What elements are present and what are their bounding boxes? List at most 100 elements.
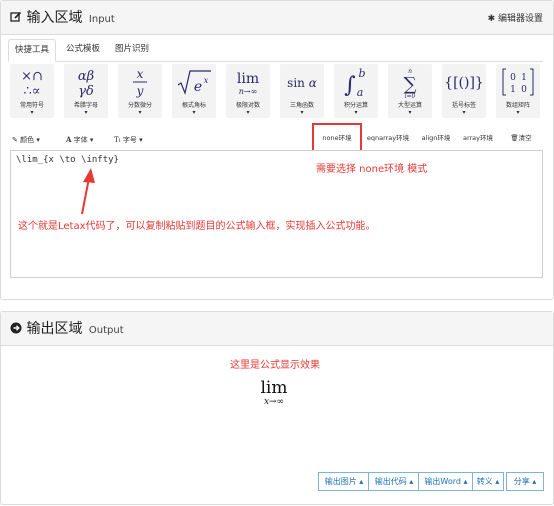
env-align-button[interactable]: align环境 — [416, 131, 456, 146]
tool-label: 希腊字母 — [73, 102, 98, 109]
caret-down-icon: ▾ — [300, 109, 304, 116]
caret-down-icon: ▾ — [192, 109, 196, 116]
text-size-small-icon: I — [118, 138, 121, 144]
font-icon: A — [66, 135, 72, 144]
svg-text:x: x — [204, 76, 209, 85]
caret-down-icon: ▾ — [36, 136, 40, 144]
tool-integrals[interactable]: ∫ b a 积分运算 ▾ — [334, 64, 378, 118]
formula-subscript: x→∞ — [263, 397, 285, 407]
caret-up-icon: ▴ — [495, 477, 500, 486]
export-image-label: 输出图片 — [324, 477, 357, 486]
share-button[interactable]: 分享 ▴ — [506, 472, 544, 491]
caret-down-icon: ▾ — [30, 109, 34, 116]
color-dropdown[interactable]: ✎ 颜色 ▾ — [12, 133, 40, 147]
fraction-icon: xy — [118, 64, 162, 100]
tool-big-operators[interactable]: n ∑ i=0 大型运算 ▾ — [388, 64, 432, 118]
svg-text:0: 0 — [521, 85, 527, 95]
rendered-formula: lim x→∞ — [254, 378, 294, 408]
edit-icon — [10, 10, 26, 26]
input-panel-title: 输入区域 Input — [10, 7, 115, 27]
caret-down-icon: ▾ — [462, 109, 466, 116]
export-image-button[interactable]: 输出图片 ▴ — [318, 472, 370, 491]
escape-button[interactable]: 转义 ▴ — [472, 472, 504, 491]
export-code-button[interactable]: 输出代码 ▴ — [368, 472, 420, 491]
tool-matrices[interactable]: 0110 数组矩阵 ▾ — [496, 64, 540, 118]
tool-greek-letters[interactable]: αβ γδ 希腊字母 ▾ — [64, 64, 108, 118]
svg-text:∫: ∫ — [344, 73, 356, 98]
tool-label: 根式角标 — [181, 102, 206, 109]
size-dropdown[interactable]: TI 字号 ▾ — [114, 133, 143, 147]
trash-icon: 🗑 — [510, 134, 519, 142]
tool-brackets[interactable]: {[()]} 括号标签 ▾ — [442, 64, 486, 118]
font-label: 字体 — [73, 136, 88, 144]
svg-text:i=0: i=0 — [405, 93, 416, 99]
caret-up-icon: ▴ — [532, 477, 537, 486]
escape-label: 转义 — [476, 477, 493, 486]
svg-text:y: y — [136, 84, 144, 98]
tool-label: 大型运算 — [397, 102, 422, 109]
tool-tabs: 快捷工具 公式模板 图片识别 — [8, 39, 543, 62]
caret-down-icon: ▾ — [408, 109, 412, 116]
editor-settings-label: 编辑器设置 — [497, 14, 543, 24]
svg-text:b: b — [358, 67, 365, 80]
editor-settings-button[interactable]: ✱ 编辑器设置 — [488, 11, 543, 24]
code-note: 这个就是Letax代码了，可以复制粘贴到题目的公式输入框，实现插入公式功能。 — [18, 221, 376, 232]
tool-label: 括号标签 — [451, 102, 476, 109]
env-note: 需要选择 none环境 模式 — [316, 164, 428, 175]
brackets-icon: {[()]} — [442, 64, 486, 100]
svg-text:1: 1 — [521, 73, 527, 83]
svg-text:lim: lim — [237, 71, 259, 87]
limit-icon: lim n→∞ — [226, 64, 270, 100]
tool-fractions[interactable]: xy 分数微分 ▾ — [118, 64, 162, 118]
caret-up-icon: ▴ — [359, 477, 364, 486]
tool-limits[interactable]: lim n→∞ 极限对数 ▾ — [226, 64, 270, 118]
greek-letters-icon: αβ γδ — [64, 64, 108, 100]
caret-down-icon: ▾ — [516, 109, 520, 116]
color-label: 颜色 — [20, 136, 35, 144]
tab-image-recognition[interactable]: 图片识别 — [109, 39, 155, 60]
tab-quick-tools[interactable]: 快捷工具 — [8, 39, 57, 62]
size-label: 字号 — [122, 136, 137, 144]
caret-down-icon: ▾ — [246, 109, 250, 116]
caret-down-icon: ▾ — [139, 136, 143, 144]
tool-radicals[interactable]: ex 根式角标 ▾ — [172, 64, 216, 118]
input-panel-header: 输入区域 Input ✱ 编辑器设置 — [1, 1, 553, 35]
caret-down-icon: ▾ — [138, 109, 142, 116]
formula-lim: lim — [260, 378, 288, 398]
svg-text:{[()]}: {[()]} — [444, 75, 484, 91]
caret-down-icon: ▾ — [84, 109, 88, 116]
caret-down-icon: ▾ — [354, 109, 358, 116]
env-array-button[interactable]: array环境 — [458, 131, 498, 146]
svg-text:e: e — [194, 79, 202, 95]
input-title-text: 输入区域 — [26, 10, 83, 26]
red-arrow — [81, 168, 95, 215]
font-dropdown[interactable]: A 字体 ▾ — [66, 133, 93, 147]
common-symbols-icon: ×∩ ∴∝ — [10, 64, 54, 100]
sum-icon: n ∑ i=0 — [388, 64, 432, 100]
svg-text:0: 0 — [510, 73, 516, 83]
tab-formula-templates[interactable]: 公式模板 — [60, 39, 106, 60]
output-panel-header: 输出区域 Output — [1, 312, 553, 346]
clear-button[interactable]: 🗑清空 — [504, 131, 538, 146]
clear-label: 清空 — [518, 134, 532, 142]
tool-trig[interactable]: sin α 三角函数 ▾ — [280, 64, 324, 118]
arrow-circle-right-icon — [10, 321, 26, 337]
output-note: 这里是公式显示效果 — [230, 360, 320, 371]
svg-text:∴∝: ∴∝ — [23, 84, 40, 99]
tool-label: 数组矩阵 — [505, 102, 530, 109]
pen-icon: ✎ — [12, 136, 18, 144]
integral-icon: ∫ b a — [334, 64, 378, 100]
svg-text:sin α: sin α — [287, 76, 317, 90]
tool-common-symbols[interactable]: ×∩ ∴∝ 常用符号 ▾ — [10, 64, 54, 118]
caret-up-icon: ▴ — [409, 477, 414, 486]
gear-icon: ✱ — [487, 14, 496, 24]
env-eqnarray-button[interactable]: eqnarray环境 — [362, 131, 414, 146]
svg-text:n→∞: n→∞ — [239, 87, 258, 96]
export-word-button[interactable]: 输出Word ▴ — [418, 472, 474, 491]
trig-icon: sin α — [280, 64, 324, 100]
tool-label: 常用符号 — [19, 102, 44, 109]
input-title-en: Input — [88, 14, 115, 25]
share-label: 分享 — [513, 477, 530, 486]
tool-label: 三角函数 — [289, 102, 314, 109]
caret-down-icon: ▾ — [89, 136, 94, 144]
